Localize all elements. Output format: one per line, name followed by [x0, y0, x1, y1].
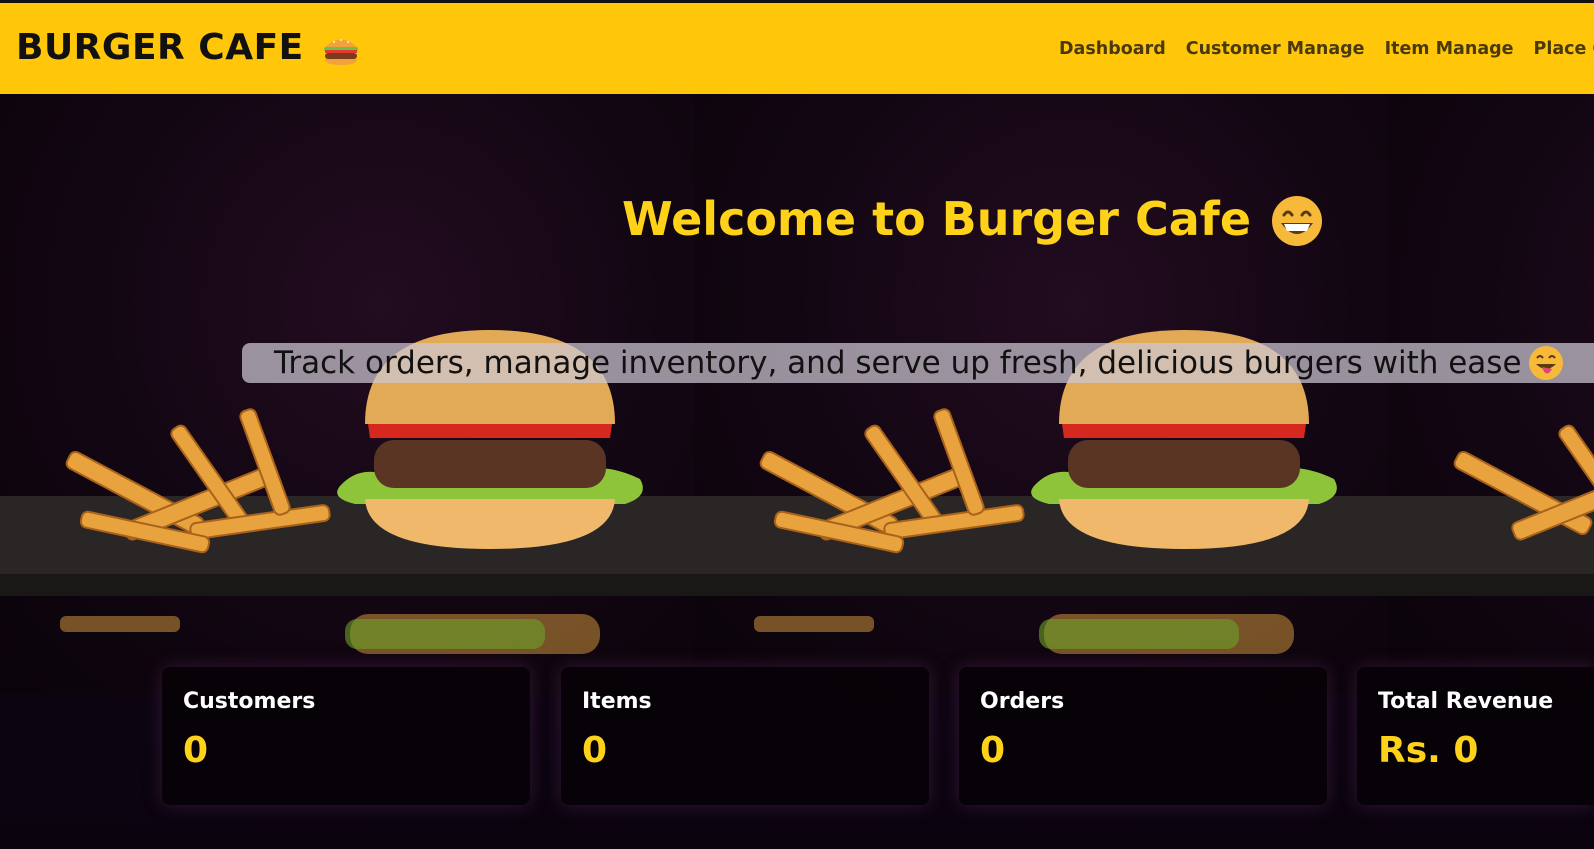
tongue-out-face-icon: [1528, 345, 1564, 381]
tagline-banner: Track orders, manage inventory, and serv…: [242, 343, 1594, 383]
nav-dashboard[interactable]: Dashboard: [1059, 39, 1166, 59]
stat-label: Items: [582, 689, 652, 714]
stat-value: 0: [980, 730, 1006, 771]
navbar: BURGER CAFE Dashboard Customer Manage It…: [0, 3, 1594, 94]
stat-card-items: Items 0: [561, 667, 929, 805]
hero-background-image: [0, 94, 694, 694]
stat-value: 0: [183, 730, 209, 771]
nav-place-order[interactable]: Place O: [1534, 39, 1594, 59]
welcome-heading-text: Welcome to Burger Cafe: [622, 192, 1252, 246]
brand-name: BURGER CAFE: [16, 27, 304, 68]
stat-card-customers: Customers 0: [162, 667, 530, 805]
main-nav: Dashboard Customer Manage Item Manage Pl…: [1059, 39, 1594, 59]
stat-label: Customers: [183, 689, 316, 714]
nav-item-manage[interactable]: Item Manage: [1385, 39, 1514, 59]
nav-customer-manage[interactable]: Customer Manage: [1186, 39, 1365, 59]
hero-section: Welcome to Burger Cafe Track orders, man…: [0, 94, 1594, 849]
burger-icon: [322, 34, 360, 66]
stat-value: 0: [582, 730, 608, 771]
tagline-text: Track orders, manage inventory, and serv…: [274, 345, 1522, 381]
stat-card-total-revenue: Total Revenue Rs. 0: [1357, 667, 1594, 805]
stat-value: Rs. 0: [1378, 730, 1479, 771]
stat-label: Orders: [980, 689, 1065, 714]
grinning-face-icon: [1271, 195, 1323, 247]
stat-label: Total Revenue: [1378, 689, 1554, 714]
welcome-heading: Welcome to Burger Cafe: [622, 192, 1323, 246]
stat-card-orders: Orders 0: [959, 667, 1327, 805]
hero-background-image: [694, 94, 1388, 694]
hero-background-image: [1388, 94, 1594, 694]
brand-logo[interactable]: BURGER CAFE: [16, 27, 360, 68]
